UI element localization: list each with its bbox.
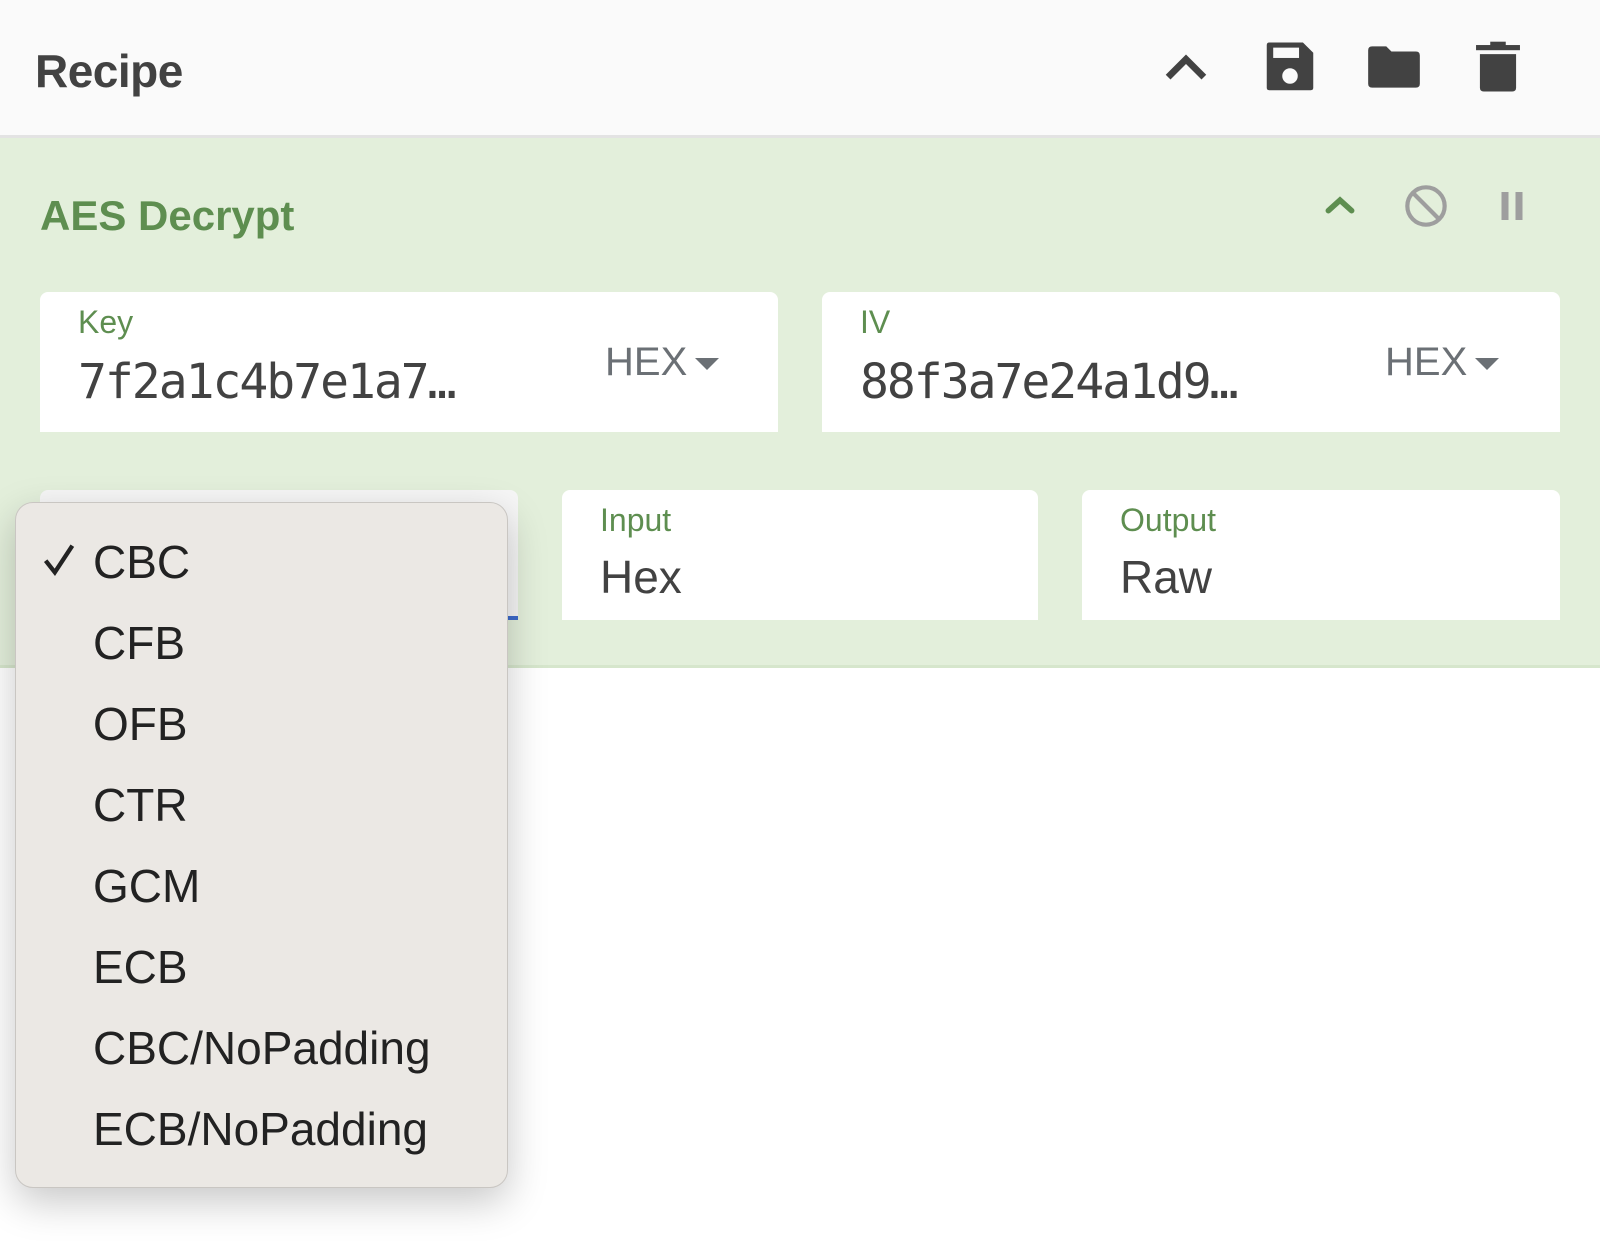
- option-label: GCM: [93, 860, 201, 912]
- pause-icon: [1501, 192, 1523, 220]
- input-value: Hex: [600, 551, 682, 603]
- mode-option-cbc[interactable]: CBC: [16, 523, 507, 603]
- trash-icon: [1476, 41, 1520, 92]
- mode-option-cfb[interactable]: CFB: [16, 604, 507, 684]
- caret-down-icon: [695, 357, 720, 370]
- breakpoint-button[interactable]: [1484, 178, 1540, 234]
- input-format-select[interactable]: Input Hex: [562, 490, 1038, 620]
- mode-option-ctr[interactable]: CTR: [16, 766, 507, 846]
- option-label: CBC: [93, 536, 191, 588]
- key-input[interactable]: 7f2a1c4b7e1a7…: [78, 354, 457, 410]
- option-label: ECB: [93, 941, 188, 993]
- output-format-select[interactable]: Output Raw: [1082, 490, 1560, 620]
- iv-field[interactable]: IV 88f3a7e24a1d9… HEX: [822, 292, 1560, 432]
- caret-down-icon: [1475, 357, 1500, 370]
- key-format-dropdown[interactable]: HEX: [605, 340, 720, 385]
- disable-operation-button[interactable]: [1398, 178, 1454, 234]
- folder-open-icon: [1368, 46, 1420, 88]
- mode-option-ecb-nopadding[interactable]: ECB/NoPadding: [16, 1090, 507, 1170]
- chevron-up-icon: [1165, 54, 1207, 80]
- load-recipe-button[interactable]: [1363, 36, 1425, 98]
- chevron-up-icon: [1325, 196, 1355, 214]
- recipe-header: Recipe: [0, 0, 1600, 138]
- option-label: ECB/NoPadding: [93, 1103, 428, 1155]
- option-label: CBC/NoPadding: [93, 1022, 431, 1074]
- iv-input[interactable]: 88f3a7e24a1d9…: [860, 354, 1239, 410]
- clear-recipe-button[interactable]: [1467, 36, 1529, 98]
- input-label: Input: [600, 502, 672, 538]
- iv-format-label: HEX: [1385, 340, 1468, 384]
- output-label: Output: [1120, 502, 1217, 538]
- save-icon: [1266, 42, 1314, 91]
- output-value: Raw: [1120, 551, 1213, 603]
- key-field[interactable]: Key 7f2a1c4b7e1a7… HEX: [40, 292, 778, 432]
- option-label: OFB: [93, 698, 188, 750]
- mode-option-ofb[interactable]: OFB: [16, 685, 507, 765]
- option-label: CFB: [93, 617, 185, 669]
- key-format-label: HEX: [605, 340, 688, 384]
- collapse-operation-button[interactable]: [1312, 178, 1368, 234]
- collapse-all-button[interactable]: [1155, 36, 1217, 98]
- key-label: Key: [78, 304, 134, 340]
- checkmark-icon: [43, 544, 75, 577]
- option-label: CTR: [93, 779, 188, 831]
- mode-option-gcm[interactable]: GCM: [16, 847, 507, 927]
- save-recipe-button[interactable]: [1259, 36, 1321, 98]
- disable-icon: [1405, 185, 1447, 227]
- iv-label: IV: [860, 304, 891, 340]
- mode-dropdown-menu: CBC CFB OFB CTR GCM ECB CBC/NoPadding EC…: [15, 502, 508, 1188]
- operation-title: AES Decrypt: [40, 192, 295, 239]
- iv-format-dropdown[interactable]: HEX: [1385, 340, 1500, 385]
- recipe-title: Recipe: [35, 45, 183, 97]
- mode-option-cbc-nopadding[interactable]: CBC/NoPadding: [16, 1009, 507, 1089]
- mode-option-ecb[interactable]: ECB: [16, 928, 507, 1008]
